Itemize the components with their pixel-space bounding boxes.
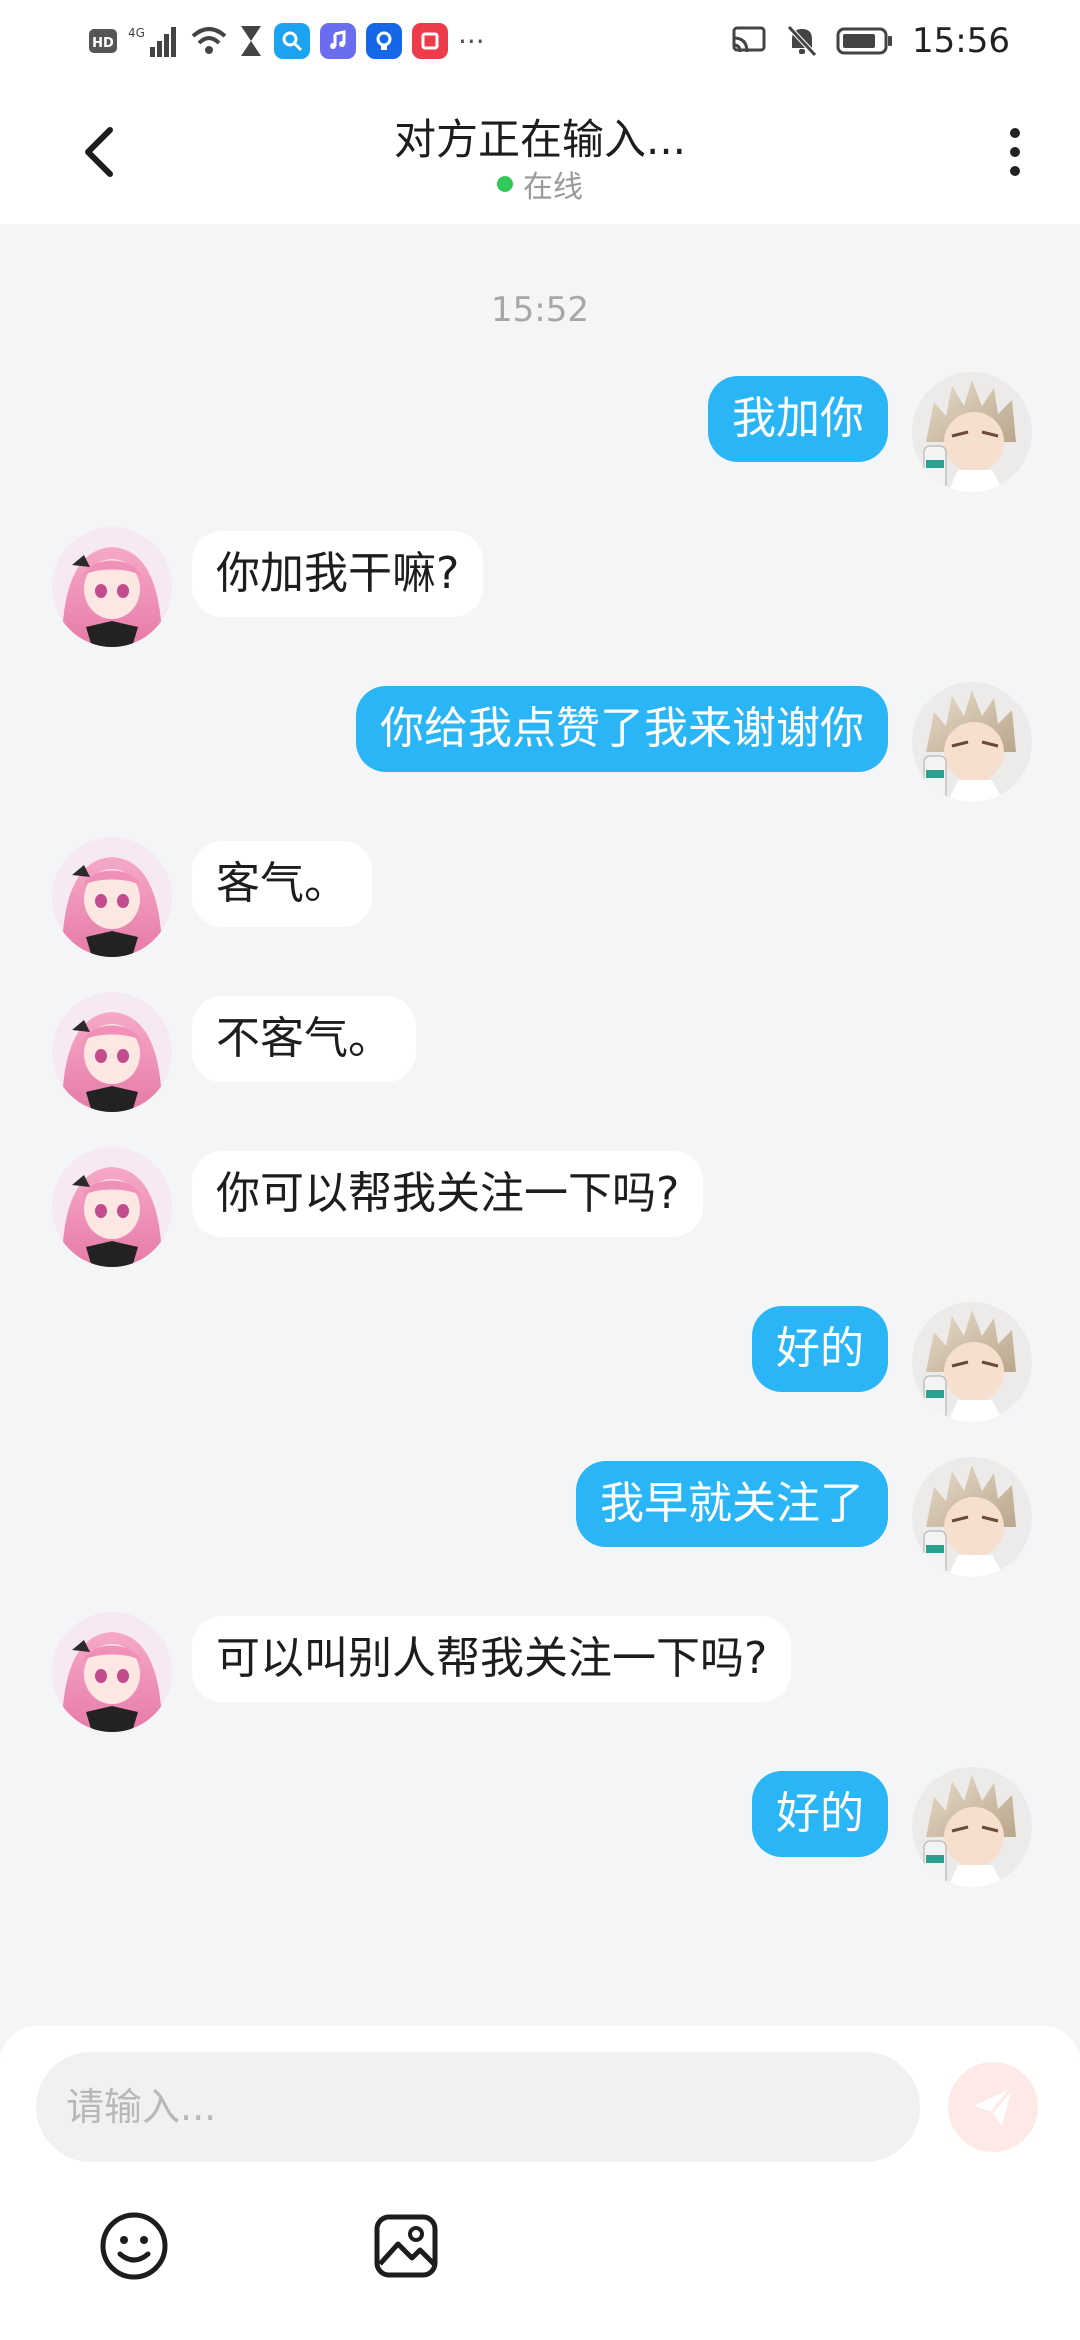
- status-left-icons: HD 4G ···: [88, 20, 485, 62]
- incoming-message-bubble[interactable]: 你加我干嘛?: [192, 531, 484, 617]
- status-bar: HD 4G ··· 15:56: [0, 0, 1080, 82]
- emoji-button[interactable]: [98, 2210, 170, 2282]
- my-avatar[interactable]: [912, 1457, 1032, 1577]
- message-row: 我早就关注了: [0, 1457, 1080, 1577]
- hourglass-icon: [238, 24, 264, 58]
- chat-title: 对方正在输入...: [393, 115, 687, 164]
- online-dot-icon: [497, 176, 513, 192]
- outgoing-message-bubble[interactable]: 你给我点赞了我来谢谢你: [356, 686, 888, 772]
- message-row: 好的: [0, 1767, 1080, 1887]
- outgoing-message-bubble[interactable]: 好的: [752, 1306, 888, 1392]
- message-row: 你给我点赞了我来谢谢你: [0, 682, 1080, 802]
- outgoing-message-bubble[interactable]: 我早就关注了: [576, 1461, 888, 1547]
- image-button[interactable]: [370, 2210, 442, 2282]
- message-row: 你加我干嘛?: [0, 527, 1080, 647]
- reader-app-icon: [412, 23, 448, 59]
- incoming-message-bubble[interactable]: 客气。: [192, 841, 372, 927]
- more-notifications-icon: ···: [458, 24, 485, 58]
- my-avatar[interactable]: [912, 1302, 1032, 1422]
- contact-avatar[interactable]: [52, 1612, 172, 1732]
- message-timestamp: 15:52: [491, 290, 589, 330]
- more-vertical-icon: [1010, 128, 1020, 138]
- message-row: 我加你: [0, 372, 1080, 492]
- tips-app-icon: [366, 23, 402, 59]
- message-row: 不客气。: [0, 992, 1080, 1112]
- send-button[interactable]: [948, 2062, 1038, 2152]
- send-icon: [974, 2087, 1014, 2126]
- emoji-icon: [100, 2212, 168, 2280]
- music-app-icon: [320, 23, 356, 59]
- outgoing-message-bubble[interactable]: 我加你: [708, 376, 888, 462]
- online-status: 在线: [0, 162, 1080, 206]
- incoming-message-bubble[interactable]: 可以叫别人帮我关注一下吗?: [192, 1616, 792, 1702]
- status-time: 15:56: [912, 21, 1010, 61]
- incoming-message-bubble[interactable]: 不客气。: [192, 996, 416, 1082]
- contact-avatar[interactable]: [52, 837, 172, 957]
- online-status-label: 在线: [523, 170, 583, 205]
- message-row: 可以叫别人帮我关注一下吗?: [0, 1612, 1080, 1732]
- more-options-button[interactable]: [990, 112, 1040, 192]
- cellular-signal-icon: 4G: [128, 23, 180, 59]
- composer-panel: [0, 2026, 1080, 2340]
- message-list[interactable]: 15:52 我加你 你加我干嘛? 你给我点赞了我来谢谢你 客气。 不客气。 你可…: [0, 224, 1080, 2024]
- battery-icon: [836, 26, 894, 56]
- outgoing-message-bubble[interactable]: 好的: [752, 1771, 888, 1857]
- cast-icon: [732, 25, 768, 57]
- my-avatar[interactable]: [912, 1767, 1032, 1887]
- svg-text:HD: HD: [92, 36, 114, 51]
- chat-header: 对方正在输入... 在线: [0, 82, 1080, 224]
- contact-avatar[interactable]: [52, 992, 172, 1112]
- image-icon: [374, 2214, 438, 2278]
- my-avatar[interactable]: [912, 372, 1032, 492]
- message-row: 你可以帮我关注一下吗?: [0, 1147, 1080, 1267]
- contact-avatar[interactable]: [52, 1147, 172, 1267]
- message-input[interactable]: [36, 2052, 920, 2162]
- wifi-icon: [190, 24, 228, 58]
- mute-bell-icon: [786, 24, 818, 58]
- message-row: 客气。: [0, 837, 1080, 957]
- svg-text:4G: 4G: [128, 26, 145, 40]
- hd-icon: HD: [88, 26, 118, 56]
- contact-avatar[interactable]: [52, 527, 172, 647]
- message-row: 好的: [0, 1302, 1080, 1422]
- incoming-message-bubble[interactable]: 你可以帮我关注一下吗?: [192, 1151, 704, 1237]
- search-app-icon: [274, 23, 310, 59]
- status-right-icons: 15:56: [732, 20, 1010, 62]
- my-avatar[interactable]: [912, 682, 1032, 802]
